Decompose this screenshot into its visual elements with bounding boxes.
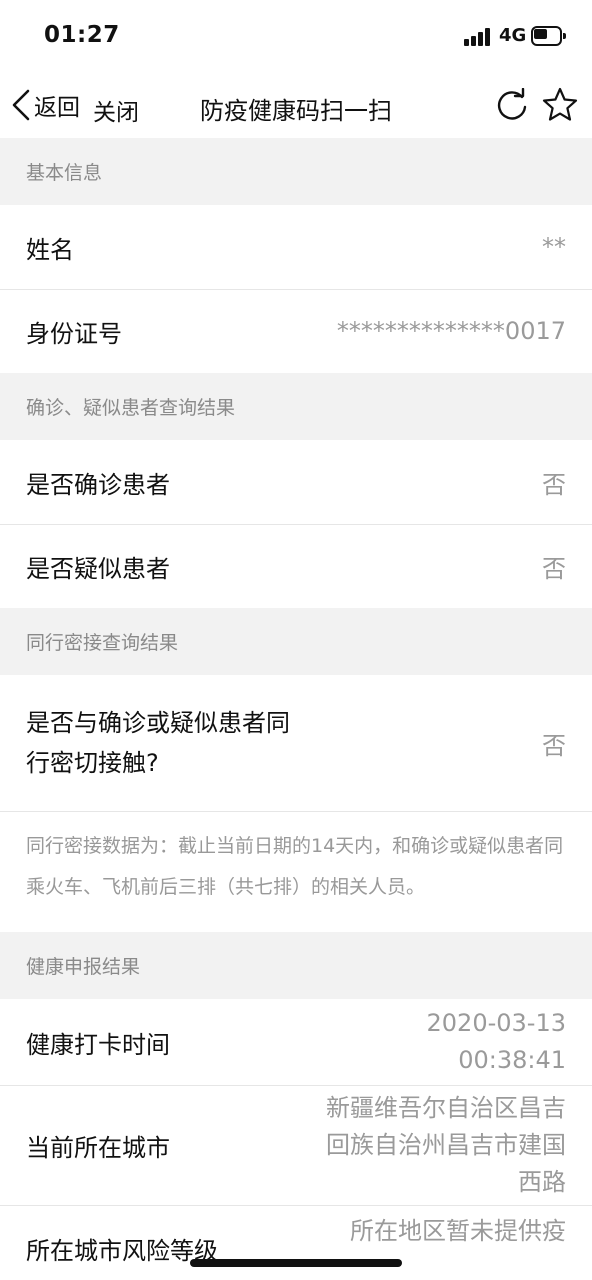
contact-note: 同行密接数据为：截止当前日期的14天内，和确诊或疑似患者同乘火车、飞机前后三排（… [0, 811, 592, 932]
refresh-icon[interactable] [494, 88, 530, 124]
row-label: 健康打卡时间 [26, 1030, 170, 1059]
status-bar: 01:27 4G [0, 0, 592, 72]
row-name: 姓名 ** [0, 205, 592, 289]
network-type: 4G [499, 25, 527, 46]
section-header-diagnosis: 确诊、疑似患者查询结果 [0, 373, 592, 440]
row-value: ** [542, 233, 566, 261]
content: 基本信息 姓名 ** 身份证号 **************0017 确诊、疑似… [0, 138, 592, 1280]
row-label: 所在城市风险等级 [26, 1237, 218, 1265]
row-value: **************0017 [336, 317, 566, 345]
star-icon[interactable] [541, 86, 579, 124]
section-header-basic: 基本信息 [0, 138, 592, 205]
row-checkin-time: 健康打卡时间 2020-03-13 00:38:41 [0, 999, 592, 1085]
section-header-contact: 同行密接查询结果 [0, 608, 592, 675]
row-label: 是否确诊患者 [26, 470, 170, 499]
signal-icon [464, 28, 492, 46]
row-value: 否 [542, 731, 566, 760]
row-value: 否 [542, 554, 566, 583]
section-header-health: 健康申报结果 [0, 932, 592, 999]
row-suspected: 是否疑似患者 否 [0, 524, 592, 608]
nav-bar: 返回 关闭 防疫健康码扫一扫 [0, 72, 592, 138]
row-id-number: 身份证号 **************0017 [0, 289, 592, 373]
row-value: 新疆维吾尔自治区昌吉回族自治州昌吉市建国西路 [326, 1093, 566, 1196]
row-confirmed: 是否确诊患者 否 [0, 440, 592, 524]
row-label: 身份证号 [26, 319, 122, 348]
row-label: 是否疑似患者 [26, 554, 170, 583]
row-current-city: 当前所在城市 新疆维吾尔自治区昌吉回族自治州昌吉市建国西路 [0, 1085, 592, 1205]
row-close-contact: 是否与确诊或疑似患者同行密切接触? 否 [0, 675, 592, 811]
row-value: 所在地区暂未提供疫 [350, 1217, 566, 1245]
row-label: 当前所在城市 [26, 1133, 170, 1162]
row-city-risk-level: 所在城市风险等级 所在地区暂未提供疫 [0, 1205, 592, 1280]
row-value: 2020-03-13 00:38:41 [426, 1009, 566, 1074]
row-label: 是否与确诊或疑似患者同行密切接触? [26, 709, 290, 777]
status-time: 01:27 [44, 22, 120, 48]
row-value: 否 [542, 470, 566, 499]
row-label: 姓名 [26, 235, 74, 264]
battery-icon [531, 26, 566, 46]
home-indicator[interactable] [190, 1259, 402, 1267]
